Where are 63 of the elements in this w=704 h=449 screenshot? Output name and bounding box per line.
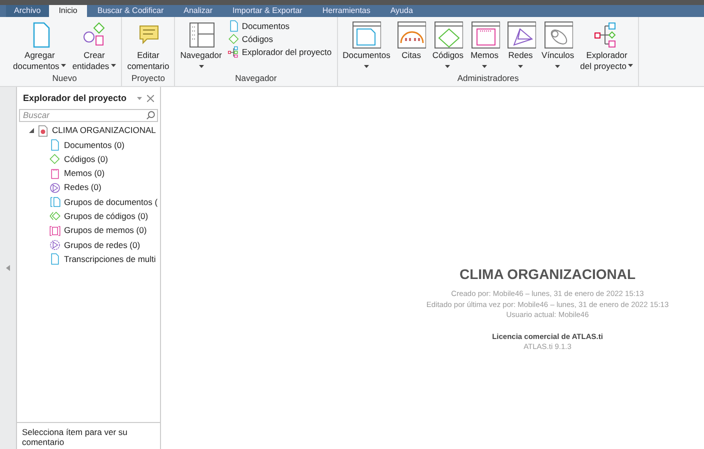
ribbon-button[interactable]: Redes xyxy=(504,20,538,72)
tree-item[interactable]: Códigos (0) xyxy=(17,152,160,166)
close-icon[interactable] xyxy=(147,95,154,102)
network-group-icon xyxy=(49,239,61,252)
panel-title: Explorador del proyecto xyxy=(23,92,128,105)
tree-item[interactable]: Grupos de códigos (0) xyxy=(17,209,160,224)
tree-item[interactable]: Grupos de documentos ( xyxy=(17,194,160,210)
tree-item[interactable]: Transcripciones de multi xyxy=(17,252,160,266)
document-icon xyxy=(49,138,61,151)
ribbon-tab[interactable]: Ayuda xyxy=(380,5,423,17)
memo-manager-icon xyxy=(470,20,500,50)
ribbon-button[interactable]: Explorador del proyecto xyxy=(578,20,636,72)
project-icon xyxy=(37,124,49,137)
link-manager-icon xyxy=(542,20,573,50)
network-manager-icon xyxy=(506,20,536,50)
quotation-manager-icon xyxy=(396,20,426,50)
expander-icon[interactable] xyxy=(29,128,34,134)
dropdown-icon[interactable] xyxy=(137,97,142,100)
ribbon-small-button[interactable]: Códigos xyxy=(226,33,334,45)
tree-item[interactable]: Documentos (0) xyxy=(17,138,160,152)
tree-item[interactable]: CLIMA ORGANIZACIONAL xyxy=(17,124,160,138)
group-label: Administradores xyxy=(456,72,520,85)
ribbon-tab[interactable]: Inicio xyxy=(48,5,88,17)
document-icon xyxy=(228,20,240,32)
ribbon-button[interactable]: Códigos xyxy=(430,20,466,72)
ribbon-button[interactable]: Citas xyxy=(394,20,428,72)
project-explorer-icon xyxy=(228,46,240,58)
memo-group-icon xyxy=(49,224,61,237)
ribbon-button[interactable]: Vínculos xyxy=(540,20,576,72)
tree-item[interactable]: Grupos de redes (0) xyxy=(17,238,160,252)
ribbon-button[interactable]: Navegador xyxy=(178,20,224,72)
tree-item[interactable]: Grupos de memos (0) xyxy=(17,224,160,238)
comment-hint: Selecciona ítem para ver su comentario xyxy=(17,422,160,449)
ribbon-tab[interactable]: Importar & Exportar xyxy=(222,5,312,17)
document-icon xyxy=(49,253,61,266)
ribbon-tab[interactable]: Buscar & Codificar xyxy=(87,5,174,17)
search-field[interactable]: Buscar xyxy=(19,108,158,122)
tree-item[interactable]: Memos (0) xyxy=(17,166,160,181)
file-menu-button[interactable]: Archivo xyxy=(6,5,49,17)
ribbon-button[interactable]: Agregar documentos xyxy=(11,20,68,72)
memo-icon xyxy=(49,168,61,180)
group-label: Navegador xyxy=(234,72,278,85)
ribbon-button[interactable]: Crear entidades xyxy=(70,20,118,72)
group-label: Nuevo xyxy=(51,72,78,85)
network-icon xyxy=(49,182,61,194)
ribbon-button[interactable]: Memos xyxy=(468,20,502,72)
ribbon-tab[interactable]: Herramientas xyxy=(312,5,380,17)
tree-item[interactable]: Redes (0) xyxy=(17,180,160,195)
code-icon xyxy=(228,33,240,45)
ribbon-tab[interactable]: Analizar xyxy=(174,5,223,17)
code-group-icon xyxy=(49,210,61,222)
project-title: CLIMA ORGANIZACIONAL xyxy=(459,265,636,284)
ribbon-small-button[interactable]: Explorador del proyecto xyxy=(226,46,334,58)
ribbon-button[interactable]: Editar comentario xyxy=(125,20,172,72)
search-icon xyxy=(146,110,155,120)
ribbon-small-button[interactable]: Documentos xyxy=(226,20,334,32)
group-label: Proyecto xyxy=(130,72,166,85)
code-manager-icon xyxy=(432,20,463,50)
collapse-arrow-icon[interactable] xyxy=(6,265,10,271)
document-manager-icon xyxy=(351,20,382,50)
document-group-icon xyxy=(49,196,61,208)
code-icon xyxy=(49,153,61,166)
ribbon-button[interactable]: Documentos xyxy=(340,20,392,72)
